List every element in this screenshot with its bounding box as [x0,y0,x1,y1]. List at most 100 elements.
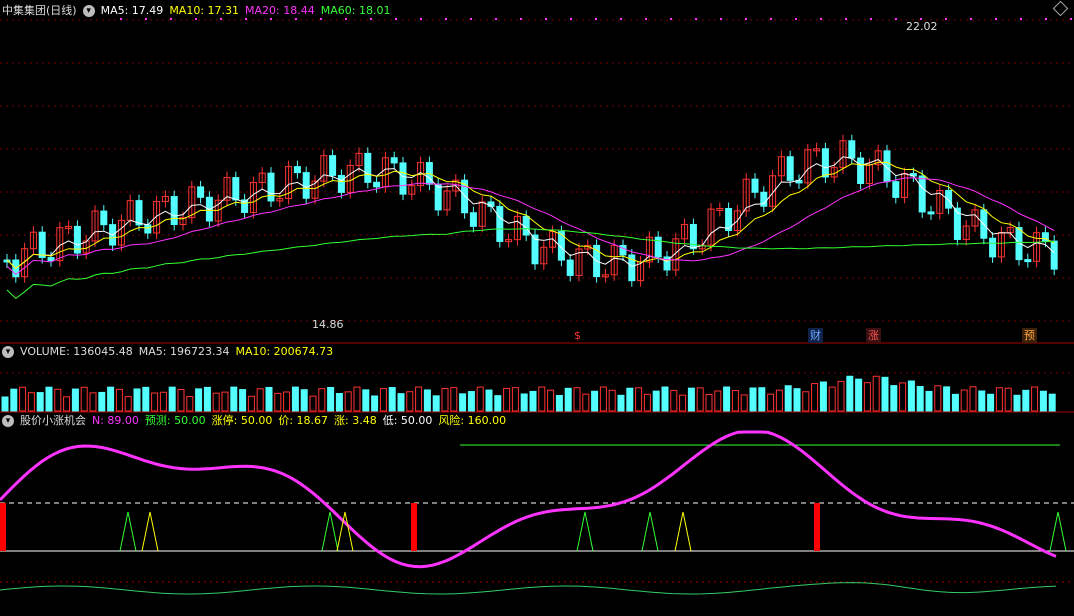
candle-body [197,186,205,198]
volume-bar [687,387,695,412]
volume-bar [1,396,9,412]
volume-bar [203,386,211,412]
event-forecast-marker[interactable]: 预 [1022,328,1037,343]
volume-bar [195,388,203,412]
candle-body [267,172,275,202]
volume-bar [564,387,572,412]
volume-bar [705,393,713,412]
candle-body [918,175,926,213]
indicator-price: 价: 18.67 [278,414,329,427]
volume-bar [274,392,282,412]
candle-body [848,140,856,159]
volume-bar [353,386,361,412]
candle-body [989,237,997,258]
volume-bar [335,393,343,412]
volume-bar [89,392,97,412]
collapse-indicator-icon[interactable]: ▾ [2,415,14,427]
collapse-volume-icon[interactable]: ▾ [2,346,14,358]
volume-bar [547,389,555,412]
candle-body [892,181,900,198]
volume-bar [1039,390,1047,412]
volume-bar [10,388,18,412]
volume-bar [291,386,299,412]
volume-bar [107,386,115,412]
volume-ma10-readout: MA10: 200674.73 [235,345,334,358]
volume-bar [168,386,176,412]
ma-dot [895,18,897,20]
ma-dot [970,18,972,20]
volume-bar [723,386,731,412]
indicator-forecast: 预测: 50.00 [144,414,206,427]
ma-dot [545,18,547,20]
candle-body [170,196,178,226]
event-dividend-marker[interactable]: $ [572,328,583,343]
candle-body [1050,240,1058,270]
volume-bar [846,375,854,412]
indicator-rise: 涨: 3.48 [334,414,377,427]
event-finance-marker[interactable]: 财 [808,328,823,343]
volume-bar [318,388,326,412]
candle-body [821,148,829,178]
volume-bar [397,393,405,412]
volume-bar [432,395,440,412]
volume-bar [344,391,352,412]
candle-body [751,178,759,193]
volume-bar [327,386,335,412]
ma10-line [6,161,1055,270]
ma-dot [1045,18,1047,20]
volume-bar [63,396,71,412]
ma-dot [820,18,822,20]
volume-bar [591,390,599,412]
volume-bar [133,388,141,412]
volume-bar [98,391,106,412]
candle-body [302,172,310,199]
volume-bar [520,393,528,412]
candle-body [337,174,345,193]
volume-bar [573,387,581,412]
volume-bar [476,386,484,412]
collapse-price-icon[interactable]: ▾ [82,5,95,17]
ma-dot [695,18,697,20]
low-price-label: 14.86 [312,318,344,331]
event-rise-marker[interactable]: 涨 [866,328,881,343]
candle-body [461,179,469,214]
volume-bar [19,386,27,412]
volume-bar [775,389,783,412]
volume-bar [441,387,449,412]
forecast-spike [1049,511,1067,552]
candle-body [144,224,152,234]
volume-bar [159,391,167,412]
ma-dot [845,18,847,20]
indicator-low: 低: 50.00 [382,414,433,427]
volume-bar [1048,393,1056,412]
candle-body [786,156,794,181]
candle-body [469,212,477,227]
volume-bar [951,393,959,412]
volume-bar [767,393,775,412]
candle-body [329,155,337,176]
volume-bar [793,388,801,412]
candle-body [364,152,372,183]
volume-bar [643,393,651,412]
ma5-line [6,156,1055,270]
volume-bar [212,392,220,412]
volume-bar [925,390,933,412]
volume-bar [626,387,634,412]
ma-dot [595,18,597,20]
candle-body [135,200,143,226]
forecast-spike [641,511,659,552]
volume-bar [652,390,660,412]
volume-bar [54,388,62,412]
volume-bar [177,388,185,412]
volume-bar [142,386,150,412]
volume-bar [27,392,35,412]
candle-body [496,205,504,242]
volume-bar [80,386,88,412]
volume-bar [151,392,159,412]
volume-bar [943,386,951,412]
ma-dot [395,18,397,20]
volume-bar [855,378,863,412]
volume-bar [450,387,458,412]
volume-bar [300,389,308,412]
chart-canvas[interactable] [0,0,1074,616]
